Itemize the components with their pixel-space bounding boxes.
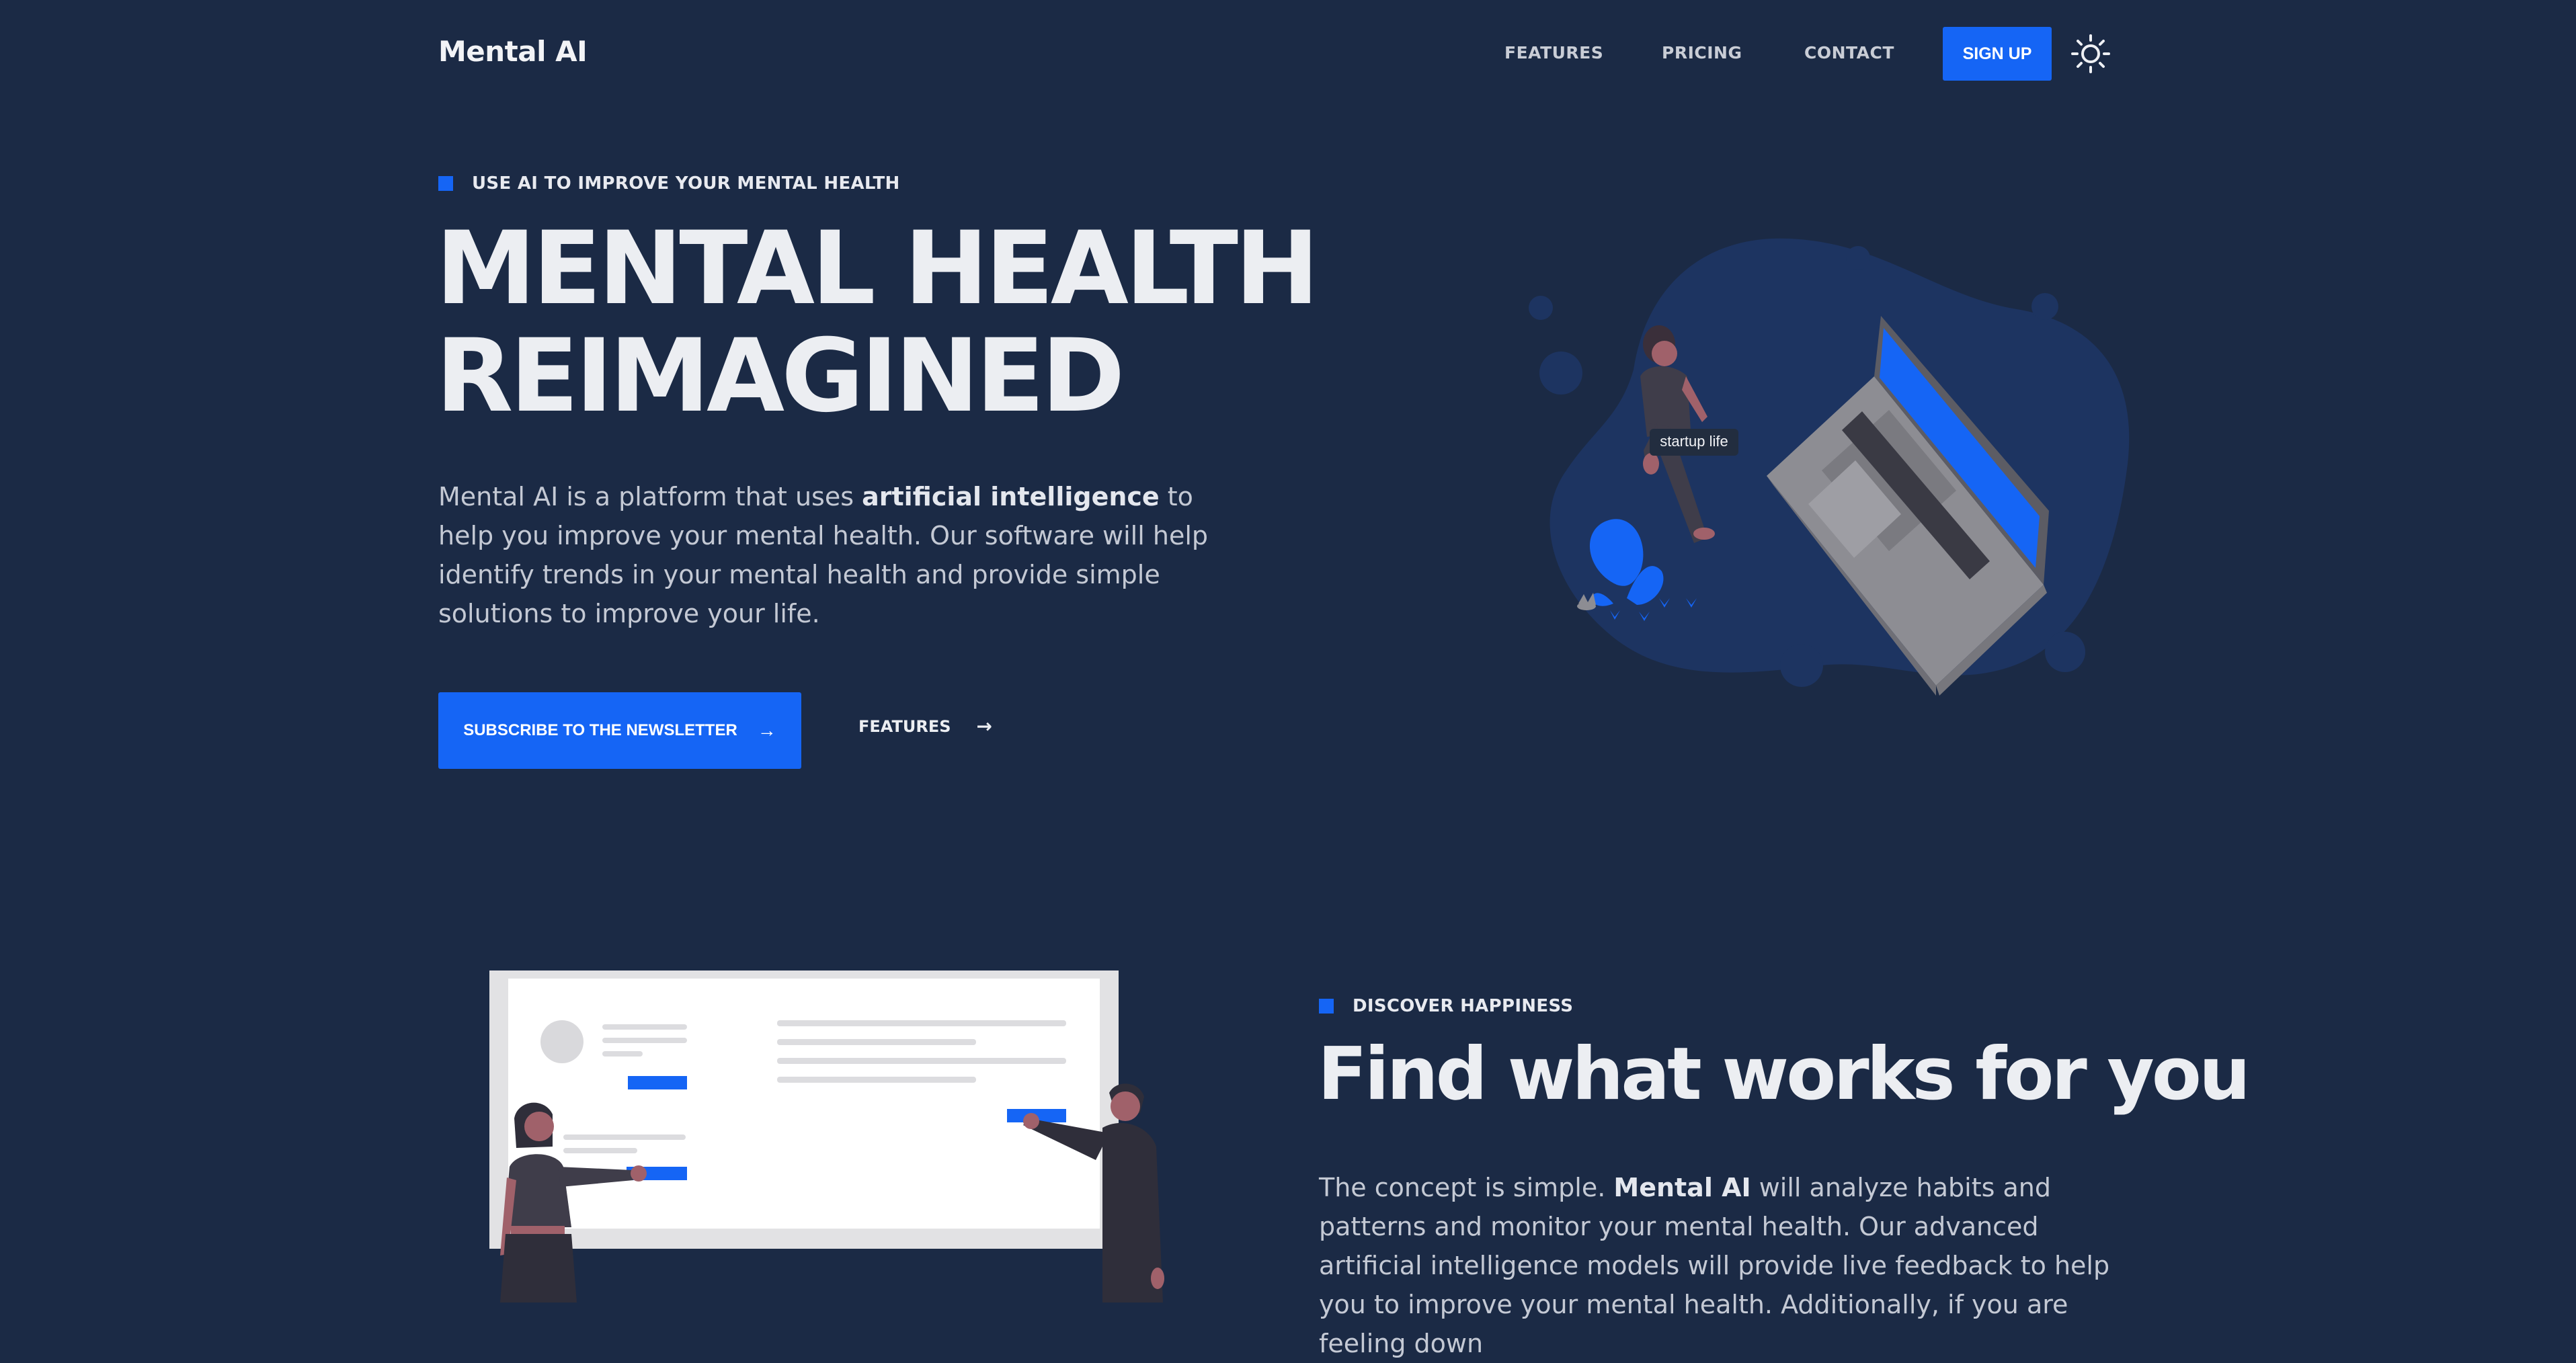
section2-title: Find what works for you xyxy=(1318,1032,2251,1116)
subscribe-label: SUBSCRIBE TO THE NEWSLETTER xyxy=(463,721,737,739)
hero-title: MENTAL HEALTH REIMAGINED xyxy=(436,215,1320,430)
nav-features[interactable]: FEATURES xyxy=(1504,43,1603,63)
decor-circle xyxy=(1780,644,1823,687)
subscribe-newsletter-button[interactable]: SUBSCRIBE TO THE NEWSLETTER → xyxy=(438,692,801,769)
sun-icon xyxy=(2071,34,2110,73)
arrow-right-icon: → xyxy=(757,720,776,741)
eyebrow-marker xyxy=(1319,999,1334,1014)
hero-desc-text: Mental AI is a platform that uses xyxy=(438,482,862,511)
eyebrow-marker xyxy=(438,176,453,191)
hero-title-line1: MENTAL HEALTH xyxy=(436,210,1320,327)
arrow-right-icon: → xyxy=(976,715,992,737)
whiteboard xyxy=(508,979,1100,1229)
hero-desc-bold: artificial intelligence xyxy=(862,482,1160,511)
avatar-placeholder xyxy=(540,1020,583,1063)
section2-description: The concept is simple. Mental AI will an… xyxy=(1319,1168,2126,1363)
decor-circle xyxy=(1846,246,1870,270)
illustration-caption: startup life xyxy=(1660,433,1728,450)
hero-description: Mental AI is a platform that uses artifi… xyxy=(438,477,1245,633)
features-link-label: FEATURES xyxy=(858,716,951,736)
features-link-button[interactable]: FEATURES → xyxy=(858,715,992,737)
decor-circle xyxy=(2031,293,2058,320)
section2-eyebrow: DISCOVER HAPPINESS xyxy=(1353,996,1574,1016)
hero-eyebrow: USE AI TO IMPROVE YOUR MENTAL HEALTH xyxy=(472,173,900,194)
nav-pricing[interactable]: PRICING xyxy=(1662,43,1742,63)
sign-up-button[interactable]: SIGN UP xyxy=(1943,27,2052,81)
board-button xyxy=(628,1076,687,1089)
section2-desc-text: The concept is simple. xyxy=(1319,1173,1614,1202)
decor-circle xyxy=(1539,352,1582,395)
section2-desc-bold: Mental AI xyxy=(1613,1173,1751,1202)
hero-illustration: startup life xyxy=(1529,238,2130,696)
logo[interactable]: Mental AI xyxy=(438,35,588,68)
decor-circle xyxy=(1529,296,1553,320)
collaboration-illustration xyxy=(489,970,1164,1303)
hero-title-line2: REIMAGINED xyxy=(436,318,1125,435)
nav-contact[interactable]: CONTACT xyxy=(1804,43,1894,63)
decor-circle xyxy=(2045,632,2085,672)
theme-toggle-button[interactable] xyxy=(2070,34,2111,74)
